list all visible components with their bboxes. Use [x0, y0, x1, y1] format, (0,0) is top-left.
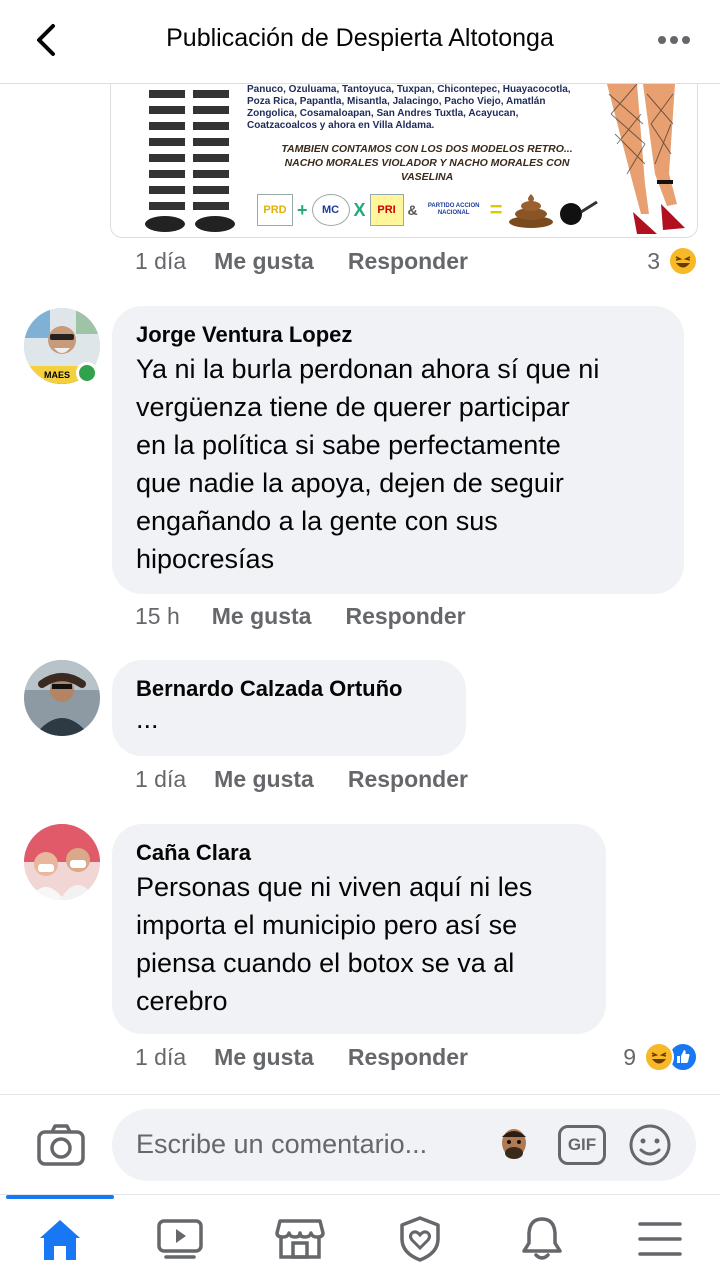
- comment-author[interactable]: Jorge Ventura Lopez: [136, 320, 660, 350]
- prison-figure-illustration: [145, 84, 235, 232]
- poster-tagline-1: TAMBIEN CONTAMOS CON LOS DOS MODELOS RET…: [281, 143, 573, 155]
- poster-tagline-2: NACHO MORALES VIOLADOR Y NACHO MORALES C…: [284, 157, 570, 183]
- poster-text-cities: Panuco, Ozuluama, Tantoyuca, Tuxpan, Chi…: [247, 84, 607, 132]
- reaction-summary[interactable]: 3: [647, 246, 698, 276]
- poster-tagline: TAMBIEN CONTAMOS CON LOS DOS MODELOS RET…: [257, 142, 597, 184]
- notifications-icon[interactable]: [512, 1213, 572, 1265]
- comment-text-line: hipocresías: [136, 544, 275, 574]
- dating-icon[interactable]: [390, 1213, 450, 1265]
- equals-sign: =: [489, 197, 503, 222]
- post-time[interactable]: 1 día: [135, 248, 186, 275]
- party-logos: PRD + MC X PRI & PARTIDO ACCION NACIONAL…: [257, 192, 599, 228]
- video-icon[interactable]: [150, 1213, 210, 1265]
- like-button[interactable]: Me gusta: [212, 603, 312, 630]
- top-bar: Publicación de Despierta Altotonga: [0, 0, 720, 84]
- marketplace-icon[interactable]: [270, 1213, 330, 1265]
- pri-logo: PRI: [369, 194, 404, 226]
- comment-text-line: Personas que ni viven aquí ni les: [136, 872, 533, 902]
- plus-sign: +: [297, 199, 308, 220]
- like-button[interactable]: Me gusta: [214, 1044, 314, 1071]
- avatar-cana-clara[interactable]: [24, 824, 100, 900]
- comment-meta-row: 1 día Me gusta Responder: [135, 1044, 468, 1071]
- more-options-icon[interactable]: [654, 26, 694, 54]
- reaction-count: 3: [647, 247, 660, 274]
- post-meta-row: 1 día Me gusta Responder: [135, 248, 468, 275]
- comment-meta-row: 1 día Me gusta Responder: [135, 766, 468, 793]
- comment-composer: Escribe un comentario... GIF: [0, 1094, 720, 1194]
- comment-time[interactable]: 1 día: [135, 1044, 186, 1071]
- ball-and-chain-icon: [559, 200, 598, 225]
- haha-reaction-icon: [644, 1042, 674, 1072]
- comment-bubble[interactable]: Caña Clara Personas que ni viven aquí ni…: [112, 824, 606, 1034]
- reply-button[interactable]: Responder: [348, 1044, 468, 1071]
- comment-bubble[interactable]: Jorge Ventura Lopez Ya ni la burla perdo…: [112, 306, 684, 594]
- comment-text-line: importa el municipio pero así se: [136, 910, 518, 940]
- poster-line: Poza Rica, Papantla, Misantla, Jalacingo…: [247, 96, 546, 107]
- bottom-navigation: [0, 1194, 720, 1280]
- camera-icon[interactable]: [36, 1123, 86, 1167]
- avatar-sticker-icon[interactable]: [492, 1123, 536, 1167]
- comment-time[interactable]: 15 h: [135, 603, 180, 630]
- comment-text-line: piensa cuando el botox se va al: [136, 948, 515, 978]
- comment-text-line: engañando a la gente con sus: [136, 506, 498, 536]
- comment-author[interactable]: Caña Clara: [136, 838, 582, 868]
- reply-button[interactable]: Responder: [348, 766, 468, 793]
- menu-icon[interactable]: [630, 1213, 690, 1265]
- like-button[interactable]: Me gusta: [214, 766, 314, 793]
- reaction-summary[interactable]: 9: [623, 1042, 698, 1072]
- ampersand-sign: &: [407, 202, 418, 218]
- poster-line: Panuco, Ozuluama, Tantoyuca, Tuxpan, Chi…: [247, 84, 571, 95]
- like-button[interactable]: Me gusta: [214, 248, 314, 275]
- comment-meta-row: 15 h Me gusta Responder: [135, 603, 466, 630]
- comment-text: Personas que ni viven aquí ni les import…: [136, 868, 582, 1020]
- x-sign: X: [353, 199, 366, 220]
- online-status-indicator: [76, 362, 98, 384]
- comment-text-line: ...: [136, 704, 159, 734]
- comment-time[interactable]: 1 día: [135, 766, 186, 793]
- active-tab-indicator: [6, 1195, 114, 1199]
- comment-input-placeholder[interactable]: Escribe un comentario...: [136, 1129, 427, 1160]
- comment-text-line: que nadie la apoya, dejen de seguir: [136, 468, 564, 498]
- poster-line: Zongolica, Cosamaloapan, San Andres Tuxt…: [247, 108, 519, 119]
- back-icon[interactable]: [28, 20, 64, 60]
- poop-icon: [508, 194, 553, 228]
- gif-button[interactable]: GIF: [558, 1125, 606, 1165]
- pan-logo: PARTIDO ACCION NACIONAL: [421, 194, 486, 226]
- comment-bubble[interactable]: Bernardo Calzada Ortuño ...: [112, 660, 466, 756]
- comment-author[interactable]: Bernardo Calzada Ortuño: [136, 674, 442, 704]
- comment-text-line: Ya ni la burla perdonan ahora sí que ni: [136, 354, 600, 384]
- comment-text-line: vergüenza tiene de querer participar: [136, 392, 570, 422]
- emoji-icon[interactable]: [628, 1123, 672, 1167]
- prd-logo: PRD: [257, 194, 293, 226]
- reply-button[interactable]: Responder: [348, 248, 468, 275]
- post-image[interactable]: Panuco, Ozuluama, Tantoyuca, Tuxpan, Chi…: [110, 84, 698, 238]
- comment-text: ...: [136, 704, 442, 734]
- mc-logo: MC: [311, 194, 350, 226]
- comment-text-line: en la política si sabe perfectamente: [136, 430, 561, 460]
- poster-line: Coatzacoalcos y ahora en Villa Aldama.: [247, 120, 435, 131]
- comment-input[interactable]: Escribe un comentario... GIF: [112, 1109, 696, 1181]
- page-title: Publicación de Despierta Altotonga: [166, 24, 554, 52]
- haha-reaction-icon: [668, 246, 698, 276]
- legs-illustration: [607, 84, 685, 234]
- reaction-count: 9: [623, 1043, 636, 1070]
- comment-text: Ya ni la burla perdonan ahora sí que ni …: [136, 350, 660, 578]
- avatar-bernardo[interactable]: [24, 660, 100, 736]
- home-icon[interactable]: [30, 1213, 90, 1265]
- comment-text-line: cerebro: [136, 986, 228, 1016]
- avatar-badge-text: MAES: [44, 370, 71, 380]
- reply-button[interactable]: Responder: [345, 603, 465, 630]
